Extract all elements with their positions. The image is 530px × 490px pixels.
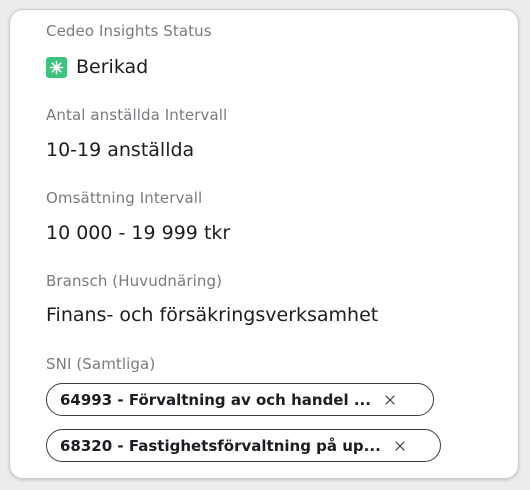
close-icon[interactable] [384,394,396,406]
sni-chip-label: 68320 - Fastighetsförvaltning på up... [60,436,381,455]
turnover-value: 10 000 - 19 999 tkr [46,222,231,244]
insights-panel: Cedeo Insights Status Berikad Antal anst… [9,9,519,479]
industry-value: Finans- och försäkringsverksamhet [46,304,379,326]
sni-label: SNI (Samtliga) [46,355,156,373]
status-value-row: Berikad [46,56,148,78]
turnover-label: Omsättning Intervall [46,189,203,207]
status-value: Berikad [76,56,149,78]
employees-value: 10-19 anställda [46,139,195,161]
close-icon[interactable] [394,440,406,452]
sni-chip[interactable]: 68320 - Fastighetsförvaltning på up... [46,429,441,462]
industry-label: Bransch (Huvudnäring) [46,272,223,290]
sparkle-icon [46,56,67,78]
employees-label: Antal anställda Intervall [46,106,228,124]
status-label: Cedeo Insights Status [46,22,212,40]
sni-chip-label: 64993 - Förvaltning av och handel ... [60,390,371,409]
sni-chip[interactable]: 64993 - Förvaltning av och handel ... [46,383,434,416]
